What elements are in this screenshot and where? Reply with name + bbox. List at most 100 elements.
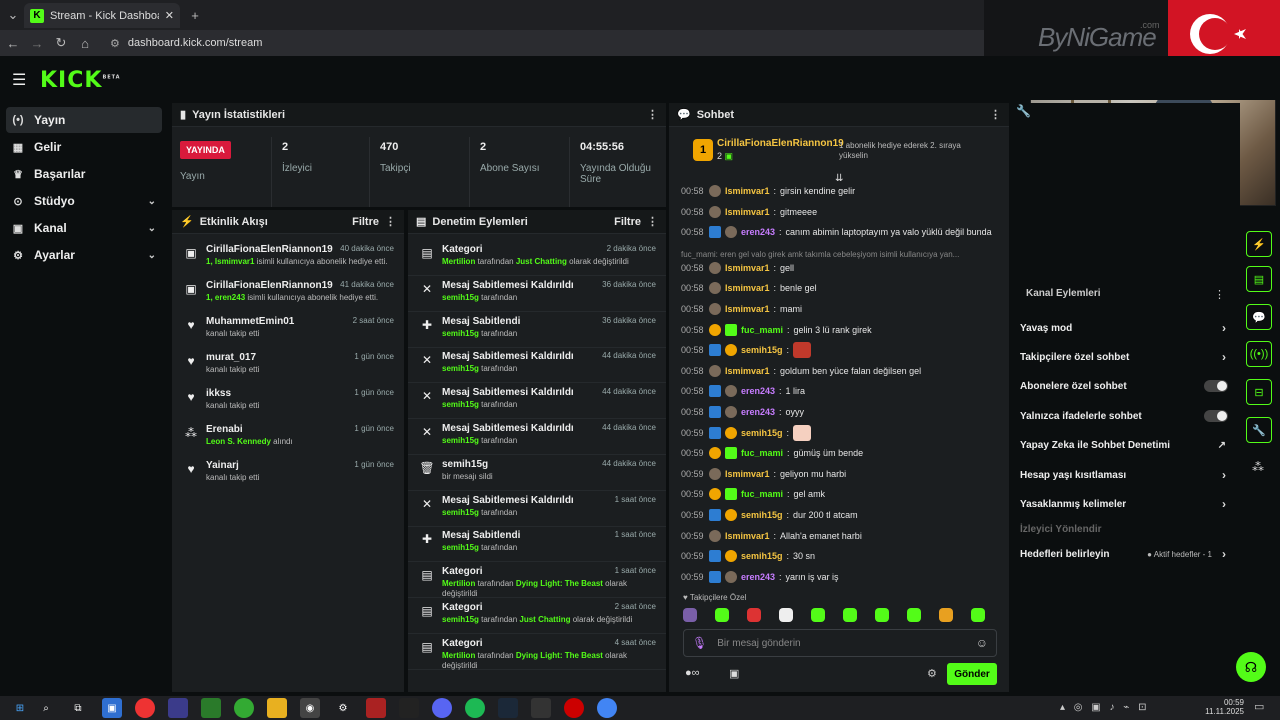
tab-list-icon[interactable]: ⌄ bbox=[4, 6, 22, 24]
notifications-icon[interactable]: ▭ bbox=[1254, 700, 1264, 713]
chat-message[interactable]: 00:59 Ismimvar1: geliyon mu harbi bbox=[681, 465, 846, 483]
reload-icon[interactable]: ↻ bbox=[52, 34, 70, 52]
setting-0[interactable]: Yavaş mod › bbox=[1020, 316, 1230, 340]
chat-message[interactable]: 00:58 Ismimvar1: benle gel bbox=[681, 279, 817, 297]
epic-icon[interactable] bbox=[531, 698, 551, 718]
setting-5[interactable]: Hesap yaşı kısıtlaması › bbox=[1020, 463, 1230, 487]
quick-action-layout-icon[interactable]: ⊟ bbox=[1246, 379, 1272, 405]
emote-icon[interactable] bbox=[939, 608, 953, 622]
chat-message[interactable]: 00:58 Ismimvar1: goldum ben yüce falan değ… bbox=[681, 362, 921, 380]
obs-icon[interactable]: ◉ bbox=[300, 698, 320, 718]
chat-username[interactable]: semih15g bbox=[741, 510, 783, 520]
more-options-icon[interactable]: ⋮ bbox=[385, 215, 396, 228]
back-icon[interactable]: ← bbox=[4, 34, 22, 52]
chat-username[interactable]: eren243 bbox=[741, 407, 775, 417]
hamburger-menu-icon[interactable]: ☰ bbox=[12, 70, 26, 90]
app-red-icon[interactable] bbox=[366, 698, 386, 718]
more-options-icon[interactable]: ⋮ bbox=[990, 108, 1001, 121]
chat-username[interactable]: Ismimvar1 bbox=[725, 531, 770, 541]
setting-8[interactable]: Hedefleri belirleyin ● Aktif hedefler - 1… bbox=[1020, 542, 1230, 566]
pinned-user[interactable]: CirillaFionaElenRiannon19 bbox=[717, 138, 844, 149]
chat-username[interactable]: Ismimvar1 bbox=[725, 263, 770, 273]
chat-username[interactable]: Ismimvar1 bbox=[725, 207, 770, 217]
browser-tab[interactable]: K Stream - Kick Dashboard ✕ bbox=[24, 3, 180, 28]
steam-icon[interactable] bbox=[498, 698, 518, 718]
chat-message[interactable]: 00:58 Ismimvar1: gell bbox=[681, 259, 794, 277]
support-headset-icon[interactable]: ☊ bbox=[1236, 652, 1266, 682]
chat-username[interactable]: Ismimvar1 bbox=[725, 469, 770, 479]
chat-message[interactable]: 00:58 eren243: oyyy bbox=[681, 403, 804, 421]
emoji-icon[interactable]: ☺ bbox=[976, 636, 988, 650]
settings-app-icon[interactable]: ⚙ bbox=[333, 698, 353, 718]
kick-logo[interactable]: KICKBETA bbox=[40, 68, 121, 93]
chat-message[interactable]: 00:59 Ismimvar1: Allah'a emanet harbi bbox=[681, 527, 862, 545]
home-icon[interactable]: ⌂ bbox=[76, 34, 94, 52]
chat-username[interactable]: semih15g bbox=[741, 345, 783, 355]
search-icon[interactable]: ⌕ bbox=[36, 698, 56, 718]
filter-button[interactable]: Filtre bbox=[352, 216, 379, 228]
quick-action-shapes-icon[interactable]: ⁂ bbox=[1252, 460, 1264, 474]
chat-message[interactable]: 00:58 Ismimvar1: girsin kendine gelir bbox=[681, 182, 855, 200]
spotify-icon[interactable] bbox=[465, 698, 485, 718]
chat-message[interactable]: 00:58 fuc_mami: gelin 3 lü rank girek bbox=[681, 321, 872, 339]
windows-start-icon[interactable]: ⊞ bbox=[10, 698, 30, 718]
chat-username[interactable]: eren243 bbox=[741, 572, 775, 582]
chat-message[interactable]: 00:58 eren243:1 lira bbox=[681, 382, 805, 400]
chat-message[interactable]: 00:58 semih15g: bbox=[681, 341, 812, 359]
sidebar-item-kanal[interactable]: ▣ Kanal ⌄ bbox=[6, 215, 162, 241]
xbox-icon[interactable] bbox=[201, 698, 221, 718]
chat-username[interactable]: semih15g bbox=[741, 551, 783, 561]
chat-username[interactable]: fuc_mami bbox=[741, 489, 783, 499]
chat-username[interactable]: fuc_mami bbox=[741, 448, 783, 458]
setting-4[interactable]: Yapay Zeka ile Sohbet Denetimi ↗ bbox=[1020, 433, 1230, 457]
chat-message[interactable]: 00:59 fuc_mami: gel amk bbox=[681, 485, 825, 503]
emote-icon[interactable] bbox=[971, 608, 985, 622]
more-options-icon[interactable]: ⋮ bbox=[1214, 288, 1225, 301]
more-options-icon[interactable]: ⋮ bbox=[647, 108, 658, 121]
opera-icon[interactable] bbox=[564, 698, 584, 718]
setting-1[interactable]: Takipçilere özel sohbet › bbox=[1020, 345, 1230, 369]
emote-icon[interactable] bbox=[683, 608, 697, 622]
shapes-icon[interactable]: ●∞ bbox=[685, 667, 700, 679]
discord-icon[interactable] bbox=[432, 698, 452, 718]
chrome-icon[interactable] bbox=[597, 698, 617, 718]
filter-button[interactable]: Filtre bbox=[614, 216, 641, 228]
chat-username[interactable]: Ismimvar1 bbox=[725, 304, 770, 314]
system-tray-icons[interactable]: ▴ ◎ ▣ ♪ ⌁ ⊡ bbox=[1060, 702, 1149, 713]
setting-2[interactable]: Abonelere özel sohbet bbox=[1020, 374, 1230, 398]
chat-message[interactable]: 00:59 semih15g: dur 200 tl atcam bbox=[681, 506, 858, 524]
url-field[interactable]: ⚙ dashboard.kick.com/stream bbox=[104, 33, 984, 53]
more-options-icon[interactable]: ⋮ bbox=[647, 215, 658, 228]
chat-message[interactable]: 00:58 Ismimvar1: gitmeeee bbox=[681, 203, 817, 221]
color-app-icon[interactable] bbox=[135, 698, 155, 718]
setting-3[interactable]: Yalnızca ifadelerle sohbet bbox=[1020, 404, 1230, 428]
task-view-icon[interactable]: ⧉ bbox=[68, 698, 88, 718]
chat-message[interactable]: 00:59 semih15g: bbox=[681, 424, 812, 442]
nvidia-icon[interactable] bbox=[399, 698, 419, 718]
chat-message[interactable]: 00:59 eren243: yarın iş var iş bbox=[681, 568, 839, 586]
toggle-switch[interactable] bbox=[1204, 380, 1228, 392]
chat-username[interactable]: fuc_mami bbox=[741, 325, 783, 335]
emote-icon[interactable] bbox=[875, 608, 889, 622]
app-icon[interactable] bbox=[168, 698, 188, 718]
emote-icon[interactable] bbox=[843, 608, 857, 622]
emote-icon[interactable] bbox=[715, 608, 729, 622]
toggle-switch[interactable] bbox=[1204, 410, 1228, 422]
chat-input[interactable]: 🎙 Bir mesaj gönderin ☺ bbox=[683, 629, 997, 657]
quick-action-bolt-icon[interactable]: ⚡ bbox=[1246, 231, 1272, 257]
quick-action-wrench-icon[interactable]: 🔧 bbox=[1246, 417, 1272, 443]
sidebar-item-gelir[interactable]: ▦ Gelir bbox=[6, 134, 162, 160]
chat-message[interactable]: 00:59 fuc_mami: gümüş üm bende bbox=[681, 444, 863, 462]
quick-action-broadcast-icon[interactable]: ((•)) bbox=[1246, 341, 1272, 367]
chat-message[interactable]: 00:58 Ismimvar1: mami bbox=[681, 300, 802, 318]
gift-box-icon[interactable]: ▣ bbox=[729, 667, 739, 680]
chat-username[interactable]: eren243 bbox=[741, 227, 775, 237]
chat-username[interactable]: eren243 bbox=[741, 386, 775, 396]
quick-action-list-icon[interactable]: ▤ bbox=[1246, 266, 1272, 292]
close-tab-icon[interactable]: ✕ bbox=[165, 9, 174, 22]
chat-username[interactable]: Ismimvar1 bbox=[725, 186, 770, 196]
chat-username[interactable]: semih15g bbox=[741, 428, 783, 438]
emote-icon[interactable] bbox=[907, 608, 921, 622]
chat-settings-icon[interactable]: ⚙ bbox=[927, 667, 937, 680]
quick-action-chat-icon[interactable]: 💬 bbox=[1246, 304, 1272, 330]
